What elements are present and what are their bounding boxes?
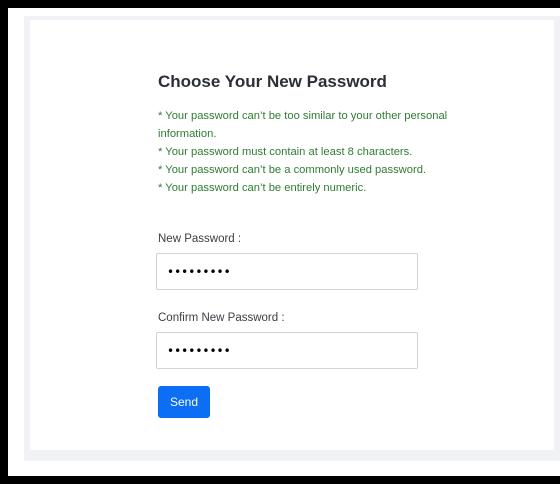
password-rule: * Your password must contain at least 8 … (158, 146, 413, 158)
browser-viewport: Choose Your New Password * Your password… (8, 8, 560, 476)
password-rules-list: * Your password can’t be too similar to … (158, 107, 498, 197)
confirm-password-input[interactable] (156, 332, 418, 369)
password-card: Choose Your New Password * Your password… (30, 20, 554, 450)
send-button[interactable]: Send (158, 386, 210, 418)
new-password-label: New Password : (158, 233, 242, 245)
confirm-password-label: Confirm New Password : (158, 312, 285, 324)
password-rule: * Your password can’t be entirely numeri… (158, 182, 367, 194)
new-password-input[interactable] (156, 253, 418, 290)
page-title: Choose Your New Password (158, 72, 387, 91)
password-rule: * Your password can’t be too similar to … (158, 110, 448, 140)
page-background: Choose Your New Password * Your password… (24, 16, 560, 461)
password-rule: * Your password can’t be a commonly used… (158, 164, 427, 176)
